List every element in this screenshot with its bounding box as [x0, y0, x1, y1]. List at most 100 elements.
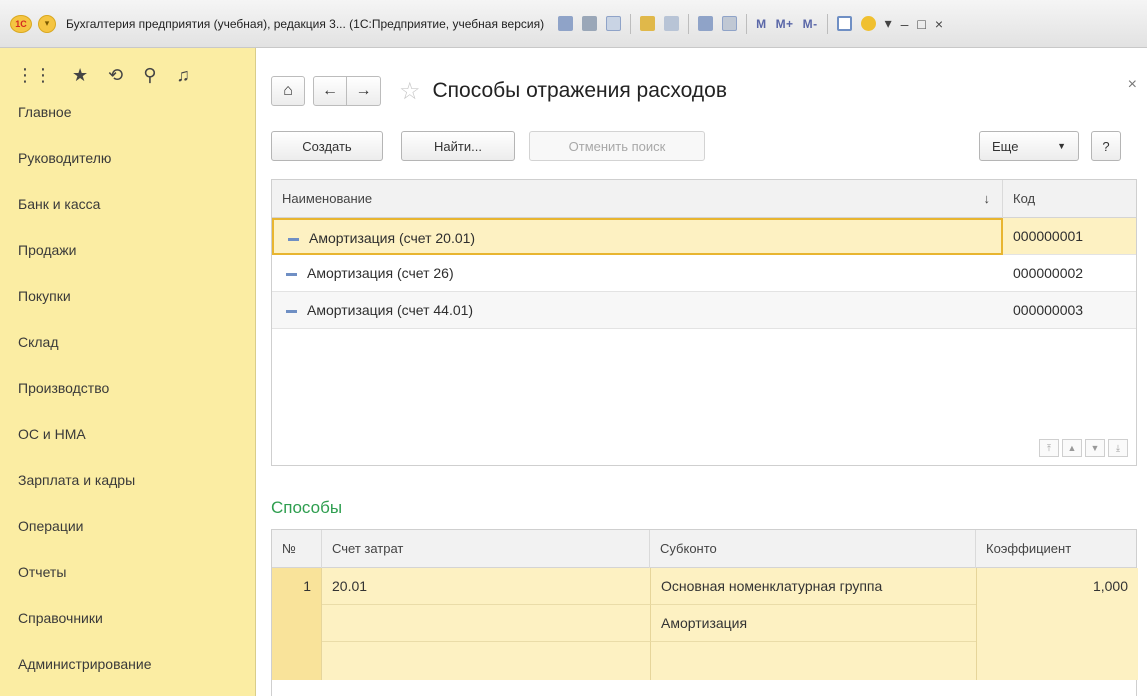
column-header-coef[interactable]: Коэффициент — [976, 530, 1138, 568]
info-icon[interactable] — [860, 16, 876, 31]
bell-icon[interactable]: ♫ — [176, 65, 190, 86]
print-icon[interactable] — [582, 16, 598, 31]
dropdown-icon[interactable]: ▾ — [885, 15, 892, 32]
list-scroll-controls: ⤒ ▲ ▼ ⤓ — [1039, 439, 1128, 457]
row-coef[interactable]: 1,000 — [976, 568, 1138, 680]
scroll-down-icon[interactable]: ▼ — [1085, 439, 1105, 457]
account-cell-divider — [322, 604, 650, 642]
sidebar-item-administration[interactable]: Администрирование — [0, 654, 255, 696]
sidebar-item-sales[interactable]: Продажи — [0, 240, 255, 286]
column-header-account[interactable]: Счет затрат — [322, 530, 650, 568]
item-marker-icon — [286, 309, 297, 313]
scroll-bottom-icon[interactable]: ⤓ — [1108, 439, 1128, 457]
row-code[interactable]: 000000001 — [1013, 218, 1083, 254]
table-row[interactable]: Амортизация (счет 20.01) 000000001 — [272, 218, 1136, 255]
find-button[interactable]: Найти... — [401, 131, 515, 161]
table-row[interactable]: Амортизация (счет 26) 000000002 — [272, 255, 1136, 292]
sidebar-item-salary[interactable]: Зарплата и кадры — [0, 470, 255, 516]
window-title: Бухгалтерия предприятия (учебная), редак… — [66, 16, 545, 31]
row-account[interactable]: 20.01 — [332, 568, 367, 604]
calculator-icon[interactable] — [698, 16, 714, 31]
separator — [630, 13, 632, 34]
column-header-num[interactable]: № — [272, 530, 322, 568]
forward-button[interactable]: → — [347, 76, 381, 106]
page-title: Способы отражения расходов — [432, 79, 727, 102]
memory-mminus-button[interactable]: M- — [803, 17, 818, 31]
sidebar-item-reports[interactable]: Отчеты — [0, 562, 255, 608]
row-name-cell[interactable]: Амортизация (счет 26) — [286, 255, 454, 291]
row-num-cell: 1 — [272, 568, 322, 680]
save-icon[interactable] — [558, 16, 574, 31]
separator — [746, 13, 748, 34]
separator — [688, 13, 690, 34]
column-header-code[interactable]: Код — [1003, 180, 1138, 218]
apps-grid-icon[interactable]: ⋮⋮ — [16, 65, 52, 86]
more-button[interactable]: Еще ▼ — [979, 131, 1079, 161]
search-icon[interactable]: ⚲ — [143, 65, 156, 86]
row-subconto-2[interactable]: Амортизация — [650, 605, 976, 642]
row-num: 1 — [303, 578, 311, 594]
sidebar-item-warehouse[interactable]: Склад — [0, 332, 255, 378]
minimize-icon[interactable]: – — [901, 16, 909, 32]
sidebar-item-main[interactable]: Главное — [0, 102, 255, 148]
form-navigation: ⌂ ← → ☆ Способы отражения расходов — [271, 76, 727, 106]
memory-mplus-button[interactable]: M+ — [776, 17, 794, 31]
sidebar-item-purchases[interactable]: Покупки — [0, 286, 255, 332]
item-marker-icon — [286, 272, 297, 276]
column-header-name[interactable]: Наименование ↓ — [272, 180, 1003, 218]
methods-table: № Счет затрат Субконто Коэффициент 1 20.… — [271, 529, 1138, 696]
row-subconto-1[interactable]: Основная номенклатурная группа — [650, 568, 976, 605]
sections-panel: ⋮⋮ ★ ⟲ ⚲ ♫ Главное Руководителю Банк и к… — [0, 48, 256, 696]
export-icon[interactable] — [640, 16, 656, 31]
sidebar-item-production[interactable]: Производство — [0, 378, 255, 424]
table-row[interactable]: 1 20.01 Основная номенклатурная группа А… — [272, 568, 1138, 680]
more-button-label: Еще — [992, 138, 1019, 154]
row-name-cell[interactable]: Амортизация (счет 44.01) — [286, 292, 473, 328]
sidebar-item-directories[interactable]: Справочники — [0, 608, 255, 654]
form-area: ⌂ ← → ☆ Способы отражения расходов × Соз… — [257, 48, 1147, 696]
memory-m-button[interactable]: M — [756, 17, 767, 31]
maximize-icon[interactable]: □ — [917, 16, 925, 32]
methods-header: № Счет затрат Субконто Коэффициент — [272, 530, 1136, 568]
row-name: Амортизация (счет 44.01) — [307, 302, 474, 318]
close-window-icon[interactable]: × — [935, 16, 943, 32]
main-menu-button[interactable]: ▾ — [38, 14, 56, 33]
favorites-star-icon[interactable]: ★ — [72, 65, 88, 86]
sidebar-item-bank[interactable]: Банк и касса — [0, 194, 255, 240]
copy-icon[interactable] — [664, 16, 680, 31]
help-button[interactable]: ? — [1091, 131, 1121, 161]
row-subconto-3[interactable] — [650, 642, 976, 680]
sort-arrow-icon: ↓ — [983, 191, 991, 206]
row-code[interactable]: 000000003 — [1013, 292, 1083, 328]
home-button[interactable]: ⌂ — [271, 76, 305, 106]
section-title-methods: Способы — [271, 498, 343, 517]
separator — [826, 13, 828, 34]
scroll-up-icon[interactable]: ▲ — [1062, 439, 1082, 457]
column-header-subconto[interactable]: Субконто — [650, 530, 976, 568]
chevron-down-icon: ▼ — [1057, 141, 1066, 151]
sidebar-item-fixed-assets[interactable]: ОС и НМА — [0, 424, 255, 470]
window-titlebar: 1С ▾ Бухгалтерия предприятия (учебная), … — [0, 0, 1147, 48]
sidebar-item-manager[interactable]: Руководителю — [0, 148, 255, 194]
row-name-cell[interactable]: Амортизация (счет 20.01) — [272, 218, 1003, 255]
sidebar-item-operations[interactable]: Операции — [0, 516, 255, 562]
titlebar-toolbar: M M+ M- ▾ – □ × — [558, 13, 943, 34]
back-button[interactable]: ← — [313, 76, 347, 106]
preview-icon[interactable] — [606, 16, 622, 31]
row-name: Амортизация (счет 26) — [307, 265, 454, 281]
history-icon[interactable]: ⟲ — [108, 65, 123, 86]
favorite-star-icon[interactable]: ☆ — [399, 77, 421, 106]
create-button[interactable]: Создать — [271, 131, 383, 161]
list-header: Наименование ↓ Код — [272, 180, 1136, 218]
panels-icon[interactable] — [836, 16, 852, 31]
table-row[interactable]: Амортизация (счет 44.01) 000000003 — [272, 292, 1136, 329]
close-form-icon[interactable]: × — [1128, 76, 1137, 94]
app-logo: 1С — [10, 14, 32, 33]
item-marker-icon — [288, 237, 299, 241]
cancel-search-button[interactable]: Отменить поиск — [529, 131, 705, 161]
column-header-name-label: Наименование — [282, 191, 373, 206]
row-code[interactable]: 000000002 — [1013, 255, 1083, 291]
scroll-top-icon[interactable]: ⤒ — [1039, 439, 1059, 457]
calendar-icon[interactable] — [722, 16, 738, 31]
expense-methods-list: Наименование ↓ Код Амортизация (счет 20.… — [271, 179, 1137, 466]
